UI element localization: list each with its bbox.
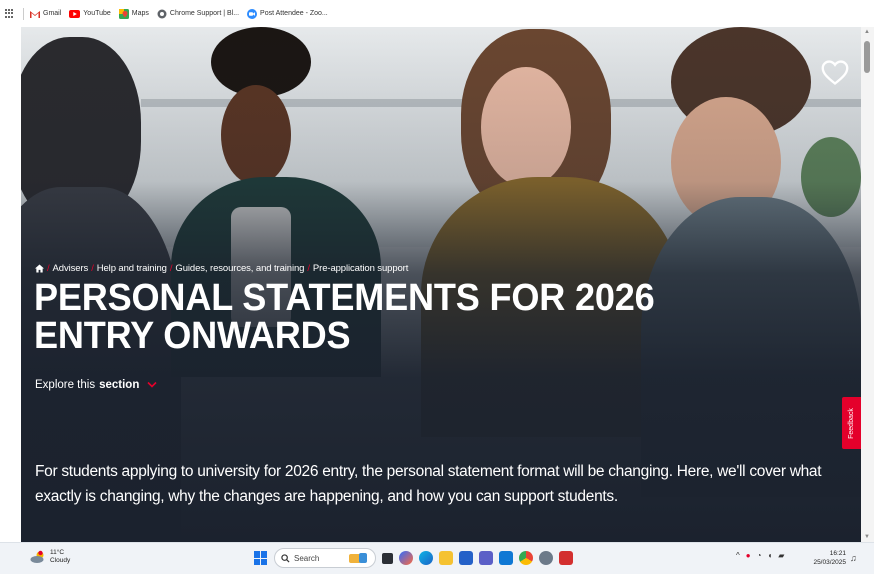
store-icon[interactable] xyxy=(459,551,473,565)
speaker-icon[interactable]: ◖ xyxy=(767,551,772,560)
clock-date: 25/03/2025 xyxy=(813,559,846,566)
teams-icon[interactable] xyxy=(479,551,493,565)
wifi-icon[interactable]: ◔ xyxy=(757,551,762,560)
weather-description: Cloudy xyxy=(50,557,71,564)
breadcrumb-link-help-and-training[interactable]: Help and training xyxy=(97,263,167,274)
edge-icon[interactable] xyxy=(419,551,433,565)
search-placeholder: Search xyxy=(294,553,320,563)
chevron-down-icon xyxy=(147,381,157,388)
scroll-down-arrow-icon[interactable]: ▼ xyxy=(864,534,870,540)
explore-section-toggle[interactable]: Explore this section xyxy=(35,379,157,391)
breadcrumb-separator: / xyxy=(169,263,173,274)
chrome-support-icon xyxy=(157,9,167,18)
breadcrumb-separator: / xyxy=(91,263,94,274)
bookmark-label: Post Attendee - Zoo... xyxy=(260,10,328,17)
bookmark-label: YouTube xyxy=(83,10,111,17)
bookmarks-bar: Gmail YouTube Maps Chrome Support | Bl..… xyxy=(0,0,874,27)
youtube-icon xyxy=(69,9,81,18)
search-highlight-icon xyxy=(349,553,367,563)
windows-start-icon[interactable] xyxy=(254,551,268,565)
intro-paragraph: For students applying to university for … xyxy=(35,463,822,505)
pdf-reader-icon[interactable] xyxy=(559,551,573,565)
breadcrumb-separator: / xyxy=(307,263,310,274)
home-icon[interactable] xyxy=(35,264,44,273)
breadcrumb-link-pre-application-support[interactable]: Pre-application support xyxy=(313,263,409,274)
bookmark-label: Chrome Support | Bl... xyxy=(169,10,240,17)
bookmark-label: Gmail xyxy=(43,10,62,17)
cloudy-weather-icon xyxy=(30,550,44,563)
explore-label-bold: section xyxy=(99,379,140,391)
page-title: PERSONAL STATEMENTS FOR 2026 ENTRY ONWAR… xyxy=(34,277,655,357)
chrome-icon[interactable] xyxy=(519,551,533,565)
favourite-heart-icon[interactable] xyxy=(821,59,849,87)
breadcrumb-link-advisers[interactable]: Advisers xyxy=(53,263,89,274)
zoom-icon xyxy=(247,8,258,19)
notification-bell-icon[interactable]: ♫ xyxy=(850,553,857,563)
taskbar-clock[interactable]: 16:21 25/03/2025 xyxy=(810,549,846,567)
windows-taskbar: 11°C Cloudy Search ^ ● ◔ ◖ ▰ 16:21 25/03… xyxy=(0,542,874,574)
weather-temperature: 11°C xyxy=(50,549,65,556)
bookmark-zoom[interactable]: Post Attendee - Zoo... xyxy=(247,8,328,19)
apps-grid-icon[interactable] xyxy=(5,8,15,19)
settings-gear-icon[interactable] xyxy=(539,551,553,565)
maps-icon xyxy=(118,8,129,19)
explore-label: Explore this xyxy=(35,379,96,391)
scroll-up-arrow-icon[interactable]: ▲ xyxy=(864,29,870,35)
file-explorer-icon[interactable] xyxy=(439,551,453,565)
clock-time: 16:21 xyxy=(829,550,846,557)
tray-app-icon[interactable]: ● xyxy=(746,551,751,560)
page-left-margin xyxy=(0,27,21,542)
feedback-label: Feedback xyxy=(848,407,855,439)
weather-widget[interactable]: 11°C Cloudy xyxy=(30,549,70,565)
scrollbar-thumb[interactable] xyxy=(864,41,870,73)
system-tray: ^ ● ◔ ◖ ▰ xyxy=(736,551,784,560)
bookmark-chrome-support[interactable]: Chrome Support | Bl... xyxy=(157,9,239,19)
bookmark-label: Maps xyxy=(131,10,149,17)
search-icon xyxy=(281,553,290,563)
feedback-tab[interactable]: Feedback xyxy=(842,397,861,449)
bookmarks-divider xyxy=(23,7,24,20)
page-viewport: / Advisers / Help and training / Guides,… xyxy=(21,27,861,542)
breadcrumb: / Advisers / Help and training / Guides,… xyxy=(35,263,408,274)
tray-overflow-chevron-icon[interactable]: ^ xyxy=(736,551,740,560)
battery-icon[interactable]: ▰ xyxy=(778,551,784,560)
bookmark-gmail[interactable]: Gmail xyxy=(30,10,61,18)
gmail-icon xyxy=(30,10,40,18)
bookmark-youtube[interactable]: YouTube xyxy=(69,9,111,18)
taskbar-search[interactable]: Search xyxy=(274,548,376,568)
task-view-icon[interactable] xyxy=(382,552,393,564)
bookmark-maps[interactable]: Maps xyxy=(118,8,149,19)
page-scrollbar[interactable]: ▲ ▼ xyxy=(861,27,874,542)
outlook-icon[interactable] xyxy=(499,551,513,565)
taskbar-apps: Search xyxy=(254,548,573,568)
breadcrumb-link-guides[interactable]: Guides, resources, and training xyxy=(175,263,304,274)
breadcrumb-separator: / xyxy=(47,263,50,274)
copilot-icon[interactable] xyxy=(399,551,413,565)
